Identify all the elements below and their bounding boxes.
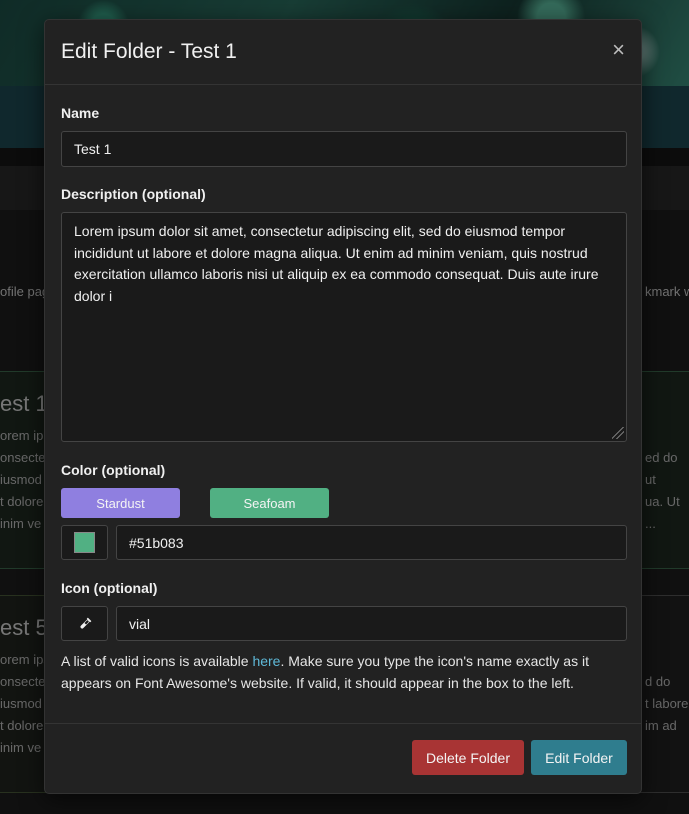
modal-title: Edit Folder - Test 1 (61, 40, 237, 63)
icon-name-input[interactable]: vial (116, 606, 627, 641)
close-icon[interactable]: × (612, 39, 625, 65)
edit-folder-modal: Edit Folder - Test 1 × Name Test 1 Descr… (44, 19, 642, 794)
edit-folder-button[interactable]: Edit Folder (531, 740, 627, 775)
color-hex-input[interactable]: #51b083 (116, 525, 627, 560)
icon-label: Icon (optional) (61, 580, 158, 596)
icons-list-link[interactable]: here (252, 653, 280, 669)
color-preset-seafoam-button[interactable]: Seafoam (210, 488, 329, 518)
delete-folder-button[interactable]: Delete Folder (412, 740, 524, 775)
vial-icon (79, 617, 91, 629)
color-preview-box (61, 525, 108, 560)
color-label: Color (optional) (61, 462, 166, 478)
name-input[interactable]: Test 1 (61, 131, 627, 167)
modal-header: Edit Folder - Test 1 × (45, 20, 641, 85)
modal-footer: Delete Folder Edit Folder (45, 723, 641, 793)
description-textarea[interactable]: Lorem ipsum dolor sit amet, consectetur … (61, 212, 627, 442)
name-input-value: Test 1 (74, 141, 112, 157)
color-hex-value: #51b083 (129, 534, 184, 551)
color-preview-swatch (74, 532, 95, 553)
icon-name-value: vial (129, 615, 151, 632)
icon-preview-box (61, 606, 108, 641)
description-label: Description (optional) (61, 186, 206, 202)
resize-handle-icon[interactable] (612, 427, 624, 439)
help-text-start: A list of valid icons is available (61, 653, 253, 669)
name-label: Name (61, 105, 100, 121)
color-preset-stardust-button[interactable]: Stardust (61, 488, 180, 518)
description-value: Lorem ipsum dolor sit amet, consectetur … (74, 223, 599, 304)
icon-help-text: A list of valid icons is available here.… (61, 650, 627, 694)
